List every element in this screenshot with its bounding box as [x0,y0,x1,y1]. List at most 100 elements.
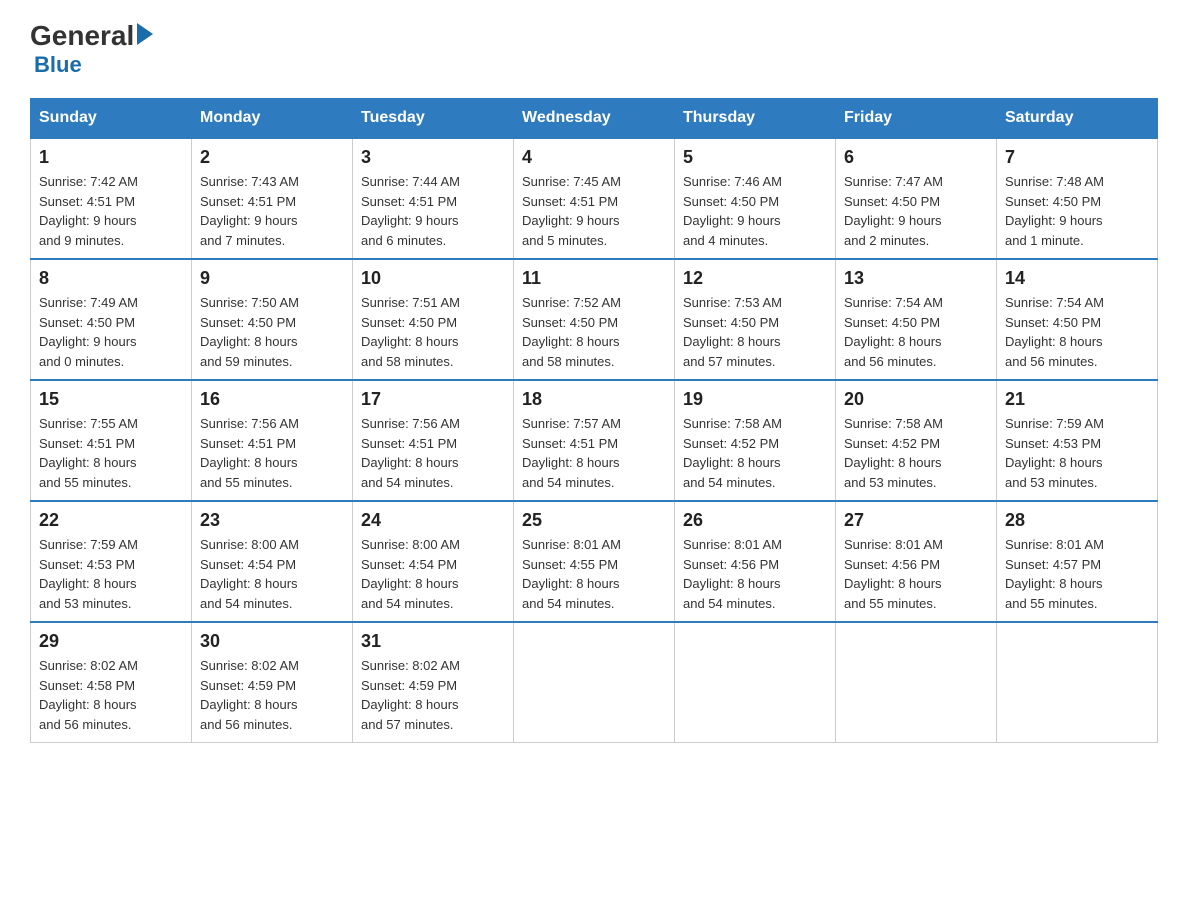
calendar-cell: 1 Sunrise: 7:42 AM Sunset: 4:51 PM Daylig… [31,138,192,259]
calendar-cell: 7 Sunrise: 7:48 AM Sunset: 4:50 PM Daylig… [997,138,1158,259]
header-monday: Monday [192,99,353,139]
calendar-cell: 22Sunrise: 7:59 AM Sunset: 4:53 PM Dayli… [31,501,192,622]
calendar-cell: 20 Sunrise: 7:58 AM Sunset: 4:52 PM Dayli… [836,380,997,501]
calendar-cell: 10 Sunrise: 7:51 AM Sunset: 4:50 PM Dayli… [353,259,514,380]
calendar-cell: 23 Sunrise: 8:00 AM Sunset: 4:54 PM Dayli… [192,501,353,622]
calendar-cell: 19 Sunrise: 7:58 AM Sunset: 4:52 PM Dayli… [675,380,836,501]
day-info: Sunrise: 7:51 AM Sunset: 4:50 PM Dayligh… [361,293,505,371]
day-info: Sunrise: 7:54 AM Sunset: 4:50 PM Dayligh… [1005,293,1149,371]
day-info: Sunrise: 7:58 AM Sunset: 4:52 PM Dayligh… [683,414,827,492]
calendar-cell: 13 Sunrise: 7:54 AM Sunset: 4:50 PM Dayli… [836,259,997,380]
day-info: Sunrise: 7:53 AM Sunset: 4:50 PM Dayligh… [683,293,827,371]
calendar-header-row: SundayMondayTuesdayWednesdayThursdayFrid… [31,99,1158,139]
day-number: 3 [361,147,505,168]
calendar-week-row: 29Sunrise: 8:02 AM Sunset: 4:58 PM Dayli… [31,622,1158,743]
calendar-cell: 27 Sunrise: 8:01 AM Sunset: 4:56 PM Dayli… [836,501,997,622]
day-number: 8 [39,268,183,289]
day-number: 27 [844,510,988,531]
day-number: 19 [683,389,827,410]
day-info: Sunrise: 7:52 AM Sunset: 4:50 PM Dayligh… [522,293,666,371]
calendar-week-row: 15Sunrise: 7:55 AM Sunset: 4:51 PM Dayli… [31,380,1158,501]
day-info: Sunrise: 7:56 AM Sunset: 4:51 PM Dayligh… [200,414,344,492]
logo-triangle-icon [137,23,153,45]
day-number: 21 [1005,389,1149,410]
calendar-cell [836,622,997,743]
calendar-cell: 5Sunrise: 7:46 AM Sunset: 4:50 PM Daylig… [675,138,836,259]
calendar-cell: 2Sunrise: 7:43 AM Sunset: 4:51 PM Daylig… [192,138,353,259]
calendar-cell: 9 Sunrise: 7:50 AM Sunset: 4:50 PM Daylig… [192,259,353,380]
day-info: Sunrise: 7:59 AM Sunset: 4:53 PM Dayligh… [1005,414,1149,492]
calendar-week-row: 1 Sunrise: 7:42 AM Sunset: 4:51 PM Daylig… [31,138,1158,259]
day-number: 14 [1005,268,1149,289]
day-info: Sunrise: 8:01 AM Sunset: 4:56 PM Dayligh… [844,535,988,613]
header-friday: Friday [836,99,997,139]
day-info: Sunrise: 8:01 AM Sunset: 4:56 PM Dayligh… [683,535,827,613]
header-saturday: Saturday [997,99,1158,139]
calendar-table: SundayMondayTuesdayWednesdayThursdayFrid… [30,98,1158,743]
calendar-cell [514,622,675,743]
day-number: 26 [683,510,827,531]
day-info: Sunrise: 7:46 AM Sunset: 4:50 PM Dayligh… [683,172,827,250]
day-number: 25 [522,510,666,531]
calendar-cell: 15Sunrise: 7:55 AM Sunset: 4:51 PM Dayli… [31,380,192,501]
calendar-cell: 30 Sunrise: 8:02 AM Sunset: 4:59 PM Dayli… [192,622,353,743]
day-info: Sunrise: 8:01 AM Sunset: 4:55 PM Dayligh… [522,535,666,613]
calendar-cell: 18Sunrise: 7:57 AM Sunset: 4:51 PM Dayli… [514,380,675,501]
logo-blue-text: Blue [34,52,82,78]
day-number: 16 [200,389,344,410]
day-info: Sunrise: 8:01 AM Sunset: 4:57 PM Dayligh… [1005,535,1149,613]
calendar-cell [997,622,1158,743]
day-info: Sunrise: 8:02 AM Sunset: 4:59 PM Dayligh… [200,656,344,734]
day-number: 2 [200,147,344,168]
day-info: Sunrise: 8:02 AM Sunset: 4:59 PM Dayligh… [361,656,505,734]
day-number: 11 [522,268,666,289]
day-info: Sunrise: 8:00 AM Sunset: 4:54 PM Dayligh… [200,535,344,613]
calendar-cell: 31 Sunrise: 8:02 AM Sunset: 4:59 PM Dayli… [353,622,514,743]
calendar-cell: 11 Sunrise: 7:52 AM Sunset: 4:50 PM Dayli… [514,259,675,380]
header-wednesday: Wednesday [514,99,675,139]
calendar-cell: 24 Sunrise: 8:00 AM Sunset: 4:54 PM Dayli… [353,501,514,622]
day-number: 17 [361,389,505,410]
day-number: 22 [39,510,183,531]
logo: GeneralBlue [30,20,153,78]
day-number: 7 [1005,147,1149,168]
day-info: Sunrise: 7:48 AM Sunset: 4:50 PM Dayligh… [1005,172,1149,250]
day-info: Sunrise: 8:00 AM Sunset: 4:54 PM Dayligh… [361,535,505,613]
day-number: 12 [683,268,827,289]
day-number: 9 [200,268,344,289]
calendar-cell: 6 Sunrise: 7:47 AM Sunset: 4:50 PM Daylig… [836,138,997,259]
calendar-cell [675,622,836,743]
day-number: 10 [361,268,505,289]
calendar-cell: 28 Sunrise: 8:01 AM Sunset: 4:57 PM Dayli… [997,501,1158,622]
day-number: 29 [39,631,183,652]
day-number: 30 [200,631,344,652]
day-info: Sunrise: 7:54 AM Sunset: 4:50 PM Dayligh… [844,293,988,371]
day-number: 28 [1005,510,1149,531]
day-info: Sunrise: 7:45 AM Sunset: 4:51 PM Dayligh… [522,172,666,250]
day-info: Sunrise: 7:55 AM Sunset: 4:51 PM Dayligh… [39,414,183,492]
calendar-cell: 17 Sunrise: 7:56 AM Sunset: 4:51 PM Dayli… [353,380,514,501]
day-number: 18 [522,389,666,410]
day-info: Sunrise: 7:44 AM Sunset: 4:51 PM Dayligh… [361,172,505,250]
day-info: Sunrise: 7:56 AM Sunset: 4:51 PM Dayligh… [361,414,505,492]
day-number: 24 [361,510,505,531]
calendar-cell: 3 Sunrise: 7:44 AM Sunset: 4:51 PM Daylig… [353,138,514,259]
day-number: 4 [522,147,666,168]
page-header: GeneralBlue [30,20,1158,78]
day-number: 6 [844,147,988,168]
day-info: Sunrise: 7:42 AM Sunset: 4:51 PM Dayligh… [39,172,183,250]
day-number: 23 [200,510,344,531]
logo-general-text: General [30,20,134,52]
calendar-cell: 26 Sunrise: 8:01 AM Sunset: 4:56 PM Dayli… [675,501,836,622]
calendar-cell: 8Sunrise: 7:49 AM Sunset: 4:50 PM Daylig… [31,259,192,380]
day-number: 13 [844,268,988,289]
day-number: 31 [361,631,505,652]
day-info: Sunrise: 7:47 AM Sunset: 4:50 PM Dayligh… [844,172,988,250]
calendar-cell: 14 Sunrise: 7:54 AM Sunset: 4:50 PM Dayli… [997,259,1158,380]
day-info: Sunrise: 7:58 AM Sunset: 4:52 PM Dayligh… [844,414,988,492]
header-tuesday: Tuesday [353,99,514,139]
day-number: 20 [844,389,988,410]
calendar-cell: 25 Sunrise: 8:01 AM Sunset: 4:55 PM Dayli… [514,501,675,622]
day-number: 1 [39,147,183,168]
day-info: Sunrise: 7:50 AM Sunset: 4:50 PM Dayligh… [200,293,344,371]
